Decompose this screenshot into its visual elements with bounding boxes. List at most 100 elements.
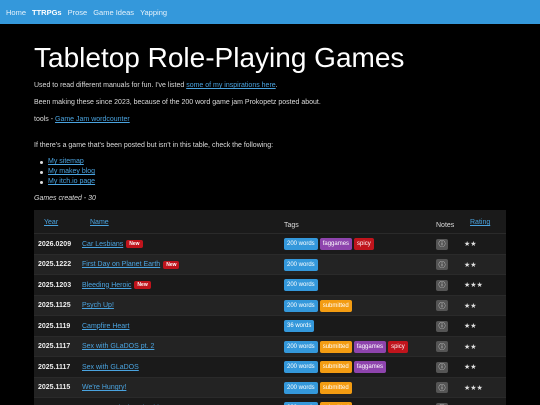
row-notes: ⓘ: [436, 234, 448, 254]
tag-badge: 200 words: [284, 381, 318, 394]
tag-badge: 200 words: [284, 238, 318, 250]
table-row: 2025.1119 Campfire Heart 36 words ⓘ ★★: [34, 315, 506, 335]
nav-game-ideas[interactable]: Game Ideas: [93, 8, 134, 17]
table-row: 2025.1117 Sex with GLaDOS 200 words submitt…: [34, 356, 506, 376]
tag-badge: 200 words: [284, 361, 318, 373]
info-circle-icon[interactable]: ⓘ: [436, 320, 448, 332]
table-row: 2026.0209 Car Lesbians New 200 words faggame…: [34, 233, 506, 253]
nav-home[interactable]: Home: [6, 8, 26, 17]
tag-badge: faggames: [319, 238, 353, 250]
row-rating: ★★★: [464, 384, 483, 392]
tag-badge: faggames: [353, 340, 387, 353]
info-circle-icon[interactable]: ⓘ: [436, 300, 448, 311]
bullet-icon: [40, 160, 43, 164]
row-tags: 36 words: [284, 316, 315, 336]
intro-paragraph: Used to read different manuals for fun. …: [34, 82, 278, 89]
row-name-cell: Sex with GLaDOS pt. 2: [82, 337, 154, 357]
history-paragraph: Been making these since 2023, because of…: [34, 99, 321, 106]
nav-ttrpgs[interactable]: TTRPGs: [32, 8, 62, 17]
table-row: 2025.1117 Sex with GLaDOS pt. 2 200 words s…: [34, 335, 506, 357]
game-link[interactable]: Bleeding Heroic: [82, 282, 131, 289]
tag-badge: submitted: [319, 299, 352, 312]
sort-name-header[interactable]: Name: [90, 219, 109, 226]
row-name-cell: Campfire Heart: [82, 316, 129, 336]
row-rating: ★★: [464, 241, 477, 248]
row-notes: ⓘ: [436, 378, 448, 398]
row-year: 2026.0209: [38, 240, 72, 248]
sitemap-link[interactable]: My sitemap: [48, 157, 84, 167]
sort-year-header[interactable]: Year: [44, 219, 58, 226]
row-notes: ⓘ: [436, 296, 448, 316]
intro-suffix: .: [275, 82, 278, 89]
row-rating: ★★: [464, 302, 477, 310]
tag-badge: submitted: [319, 381, 352, 394]
bullet-icon: [40, 180, 43, 184]
row-name-cell: Bleeding Heroic New: [82, 275, 151, 295]
table-header: Year Name Tags Notes Rating: [34, 210, 506, 232]
table-row: 2025.1125 Psych Up! 200 words submitted ⓘ ★★: [34, 294, 506, 316]
tools-label: tools -: [34, 116, 56, 123]
info-circle-icon[interactable]: ⓘ: [436, 361, 448, 373]
row-rating: ★★: [464, 343, 477, 351]
row-name-cell: You are a Clockwork Girl: [82, 398, 159, 405]
tag-badge: 36 words: [284, 320, 315, 332]
tag-badge: spicy: [388, 340, 408, 353]
game-link[interactable]: We're Hungry!: [82, 384, 126, 391]
tag-badge: 200 words: [284, 340, 318, 353]
row-year: 2025.1115: [38, 398, 70, 405]
new-badge: New: [163, 260, 180, 269]
wordcounter-link[interactable]: Game Jam wordcounter: [55, 116, 130, 123]
top-navbar: Home TTRPGs Prose Game Ideas Yapping: [0, 0, 540, 24]
game-link[interactable]: Sex with GLaDOS pt. 2: [82, 343, 154, 350]
games-table: Year Name Tags Notes Rating 2026.0209 Car…: [34, 210, 506, 405]
makey-blog-link[interactable]: My makey blog: [48, 167, 95, 177]
tag-badge: submitted: [319, 361, 352, 373]
game-link[interactable]: First Day on Planet Earth: [82, 261, 160, 268]
tag-badge: faggames: [353, 361, 387, 373]
tags-header: Tags: [284, 222, 299, 229]
list-item: My itch.io page: [40, 177, 95, 187]
page-title: Tabletop Role-Playing Games: [34, 42, 405, 73]
row-notes: ⓘ: [436, 316, 448, 336]
row-rating: ★★★: [464, 282, 483, 289]
game-link[interactable]: Psych Up!: [82, 302, 114, 309]
row-tags: 200 wordssubmitted: [284, 398, 352, 405]
row-tags: 200 words faggames spicy: [284, 234, 374, 254]
row-notes: ⓘ: [436, 398, 448, 405]
links-list: My sitemap My makey blog My itch.io page: [40, 157, 95, 187]
info-circle-icon[interactable]: ⓘ: [436, 238, 448, 250]
games-created-count: Games created - 30: [34, 195, 96, 202]
info-circle-icon[interactable]: ⓘ: [436, 259, 448, 270]
row-year: 2025.1119: [38, 322, 71, 330]
row-notes: ⓘ: [436, 337, 448, 357]
row-tags: 200 wordssubmitted: [284, 296, 352, 316]
info-circle-icon[interactable]: ⓘ: [436, 382, 448, 393]
table-row: 2025.1115 You are a Clockwork Girl 200 wor…: [34, 397, 506, 405]
notes-header: Notes: [436, 222, 455, 229]
table-row: 2025.1203 Bleeding Heroic New 200 words ⓘ ★★★: [34, 274, 506, 294]
tag-badge: spicy: [354, 238, 374, 250]
itch-page-link[interactable]: My itch.io page: [48, 177, 95, 187]
nav-prose[interactable]: Prose: [68, 8, 88, 17]
tag-badge: submitted: [319, 340, 352, 353]
row-name-cell: We're Hungry!: [82, 378, 126, 398]
table-row: 2025.1115 We're Hungry! 200 words submitted…: [34, 376, 506, 398]
game-link[interactable]: Sex with GLaDOS: [82, 364, 139, 371]
row-year: 2025.1222: [38, 261, 72, 268]
row-tags: 200 wordssubmitted: [284, 378, 352, 398]
game-link[interactable]: Car Lesbians: [82, 241, 123, 248]
row-notes: ⓘ: [436, 255, 448, 275]
row-year: 2025.1117: [38, 343, 71, 350]
row-year: 2025.1203: [38, 281, 72, 289]
sort-rating-header[interactable]: Rating: [470, 219, 490, 226]
new-badge: New: [134, 281, 151, 289]
info-circle-icon[interactable]: ⓘ: [436, 279, 448, 291]
inspirations-link[interactable]: some of my inspirations here: [186, 82, 275, 89]
info-circle-icon[interactable]: ⓘ: [436, 341, 448, 352]
game-link[interactable]: Campfire Heart: [82, 323, 129, 330]
nav-yapping[interactable]: Yapping: [140, 8, 167, 17]
row-rating: ★★: [464, 398, 477, 405]
tag-badge: 200 words: [284, 279, 318, 291]
row-rating: ★★: [464, 323, 477, 330]
row-rating: ★★: [464, 364, 477, 371]
